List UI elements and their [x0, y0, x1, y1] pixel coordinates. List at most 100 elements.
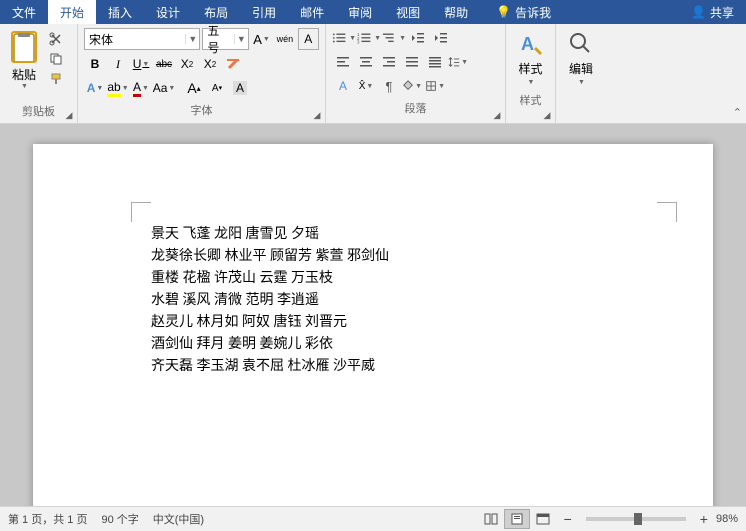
tab-view[interactable]: 视图 [384, 0, 432, 24]
numbering-button[interactable]: 123▼ [357, 27, 381, 49]
ribbon: 粘贴 ▼ 剪贴板 ◢ 宋体 ▼ 五号 ▼ A▼ wén A [0, 24, 746, 124]
group-paragraph: ▼ 123▼ ▼ ▼ A X̂▼ ¶ ▼ ▼ 段落 ◢ [326, 24, 506, 123]
borders-button[interactable]: ▼ [424, 75, 446, 97]
web-layout-button[interactable] [530, 509, 556, 529]
asian-layout-button[interactable]: X̂▼ [355, 75, 377, 97]
justify-button[interactable] [401, 51, 423, 73]
styles-icon: A [517, 30, 545, 58]
tab-file[interactable]: 文件 [0, 0, 48, 24]
strikethrough-button[interactable]: abc [153, 53, 175, 75]
tab-review[interactable]: 审阅 [336, 0, 384, 24]
distributed-button[interactable] [424, 51, 446, 73]
zoom-out-button[interactable]: − [564, 511, 572, 527]
document-content[interactable]: 景天 飞蓬 龙阳 唐雪见 夕瑶龙葵徐长卿 林业平 顾留芳 紫萱 邪剑仙重楼 花楹… [151, 224, 595, 378]
bullets-button[interactable]: ▼ [332, 27, 356, 49]
char-shading-button[interactable]: A [229, 77, 251, 99]
styles-group-label: 样式 [510, 90, 551, 110]
format-painter-button[interactable] [46, 70, 66, 88]
increase-indent-button[interactable] [430, 27, 452, 49]
tab-help[interactable]: 帮助 [432, 0, 480, 24]
paragraph-group-label: 段落 [330, 98, 501, 118]
text-line[interactable]: 龙葵徐长卿 林业平 顾留芳 紫萱 邪剑仙 [151, 246, 595, 268]
tell-me[interactable]: 💡 告诉我 [496, 4, 551, 21]
language-status[interactable]: 中文(中国) [153, 511, 204, 527]
tab-references[interactable]: 引用 [240, 0, 288, 24]
text-line[interactable]: 酒剑仙 拜月 姜明 姜婉儿 彩依 [151, 334, 595, 356]
word-count[interactable]: 90 个字 [101, 511, 138, 527]
share-label: 共享 [710, 4, 734, 21]
font-size-combo[interactable]: 五号 ▼ [202, 28, 249, 50]
grow-font-button2[interactable]: A▴ [183, 77, 205, 99]
read-mode-button[interactable] [478, 509, 504, 529]
paste-label: 粘贴 [12, 66, 36, 83]
text-line[interactable]: 水碧 溪风 清微 范明 李逍遥 [151, 290, 595, 312]
align-left-button[interactable] [332, 51, 354, 73]
document-area[interactable]: 景天 飞蓬 龙阳 唐雪见 夕瑶龙葵徐长卿 林业平 顾留芳 紫萱 邪剑仙重楼 花楹… [0, 124, 746, 506]
paragraph-launcher[interactable]: ◢ [491, 109, 503, 121]
page[interactable]: 景天 飞蓬 龙阳 唐雪见 夕瑶龙葵徐长卿 林业平 顾留芳 紫萱 邪剑仙重楼 花楹… [33, 144, 713, 506]
share-button[interactable]: 👤 共享 [691, 4, 734, 21]
status-bar: 第 1 页，共 1 页 90 个字 中文(中国) − + 98% [0, 506, 746, 531]
styles-label: 样式 [518, 60, 542, 77]
chevron-down-icon: ▼ [21, 83, 28, 90]
multilevel-list-button[interactable]: ▼ [382, 27, 406, 49]
phonetic-guide-button[interactable]: wén [274, 28, 295, 50]
clear-formatting-button[interactable] [222, 53, 244, 75]
styles-button[interactable]: A 样式 ▼ [510, 26, 551, 90]
text-line[interactable]: 齐天磊 李玉湖 袁不屈 杜冰雁 沙平威 [151, 356, 595, 378]
tab-design[interactable]: 设计 [144, 0, 192, 24]
cut-button[interactable] [46, 30, 66, 48]
font-launcher[interactable]: ◢ [311, 109, 323, 121]
align-right-button[interactable] [378, 51, 400, 73]
copy-button[interactable] [46, 50, 66, 68]
page-status[interactable]: 第 1 页，共 1 页 [8, 511, 87, 527]
svg-text:3: 3 [357, 39, 360, 44]
chevron-down-icon: ▼ [234, 34, 248, 44]
change-case-button[interactable]: Aa▼ [153, 77, 175, 99]
zoom-level[interactable]: 98% [716, 513, 738, 525]
find-icon [567, 30, 595, 58]
sort-button[interactable]: A [332, 75, 354, 97]
italic-button[interactable]: I [107, 53, 129, 75]
highlight-button[interactable]: ab▼ [107, 77, 129, 99]
shading-button[interactable]: ▼ [401, 75, 423, 97]
text-line[interactable]: 景天 飞蓬 龙阳 唐雪见 夕瑶 [151, 224, 595, 246]
font-size-value: 五号 [203, 22, 234, 56]
show-marks-button[interactable]: ¶ [378, 75, 400, 97]
subscript-button[interactable]: X2 [176, 53, 198, 75]
menu-tabs: 文件 开始 插入 设计 布局 引用 邮件 审阅 视图 帮助 [0, 0, 480, 24]
tab-insert[interactable]: 插入 [96, 0, 144, 24]
zoom-in-button[interactable]: + [700, 511, 708, 527]
tab-mail[interactable]: 邮件 [288, 0, 336, 24]
decrease-indent-button[interactable] [407, 27, 429, 49]
grow-font-button[interactable]: A▼ [251, 28, 272, 50]
edit-button[interactable]: 编辑 ▼ [560, 26, 602, 90]
text-line[interactable]: 重楼 花楹 许茂山 云霆 万玉枝 [151, 268, 595, 290]
chevron-down-icon: ▼ [185, 34, 199, 44]
shrink-font-button[interactable]: A▾ [206, 77, 228, 99]
char-border-button[interactable]: A [298, 28, 319, 50]
collapse-ribbon-button[interactable]: ⌃ [733, 106, 742, 119]
chevron-down-icon: ▼ [528, 79, 535, 86]
line-spacing-button[interactable]: ▼ [447, 51, 469, 73]
tab-home[interactable]: 开始 [48, 0, 96, 24]
text-line[interactable]: 赵灵儿 林月如 阿奴 唐钰 刘晋元 [151, 312, 595, 334]
superscript-button[interactable]: X2 [199, 53, 221, 75]
styles-launcher[interactable]: ◢ [541, 109, 553, 121]
person-icon: 👤 [691, 5, 706, 19]
chevron-down-icon: ▼ [578, 79, 585, 86]
text-effects-button[interactable]: A▼ [84, 77, 106, 99]
paste-button[interactable]: 粘贴 ▼ [4, 26, 44, 94]
font-color-button[interactable]: A▼ [130, 77, 152, 99]
font-name-combo[interactable]: 宋体 ▼ [84, 28, 200, 50]
align-center-button[interactable] [355, 51, 377, 73]
zoom-slider[interactable] [586, 517, 686, 521]
clipboard-launcher[interactable]: ◢ [63, 109, 75, 121]
zoom-thumb[interactable] [634, 513, 642, 525]
tab-layout[interactable]: 布局 [192, 0, 240, 24]
print-layout-button[interactable] [504, 509, 530, 529]
title-bar: 文件 开始 插入 设计 布局 引用 邮件 审阅 视图 帮助 💡 告诉我 👤 共享 [0, 0, 746, 24]
svg-text:A: A [521, 34, 534, 54]
bold-button[interactable]: B [84, 53, 106, 75]
underline-button[interactable]: U▼ [130, 53, 152, 75]
